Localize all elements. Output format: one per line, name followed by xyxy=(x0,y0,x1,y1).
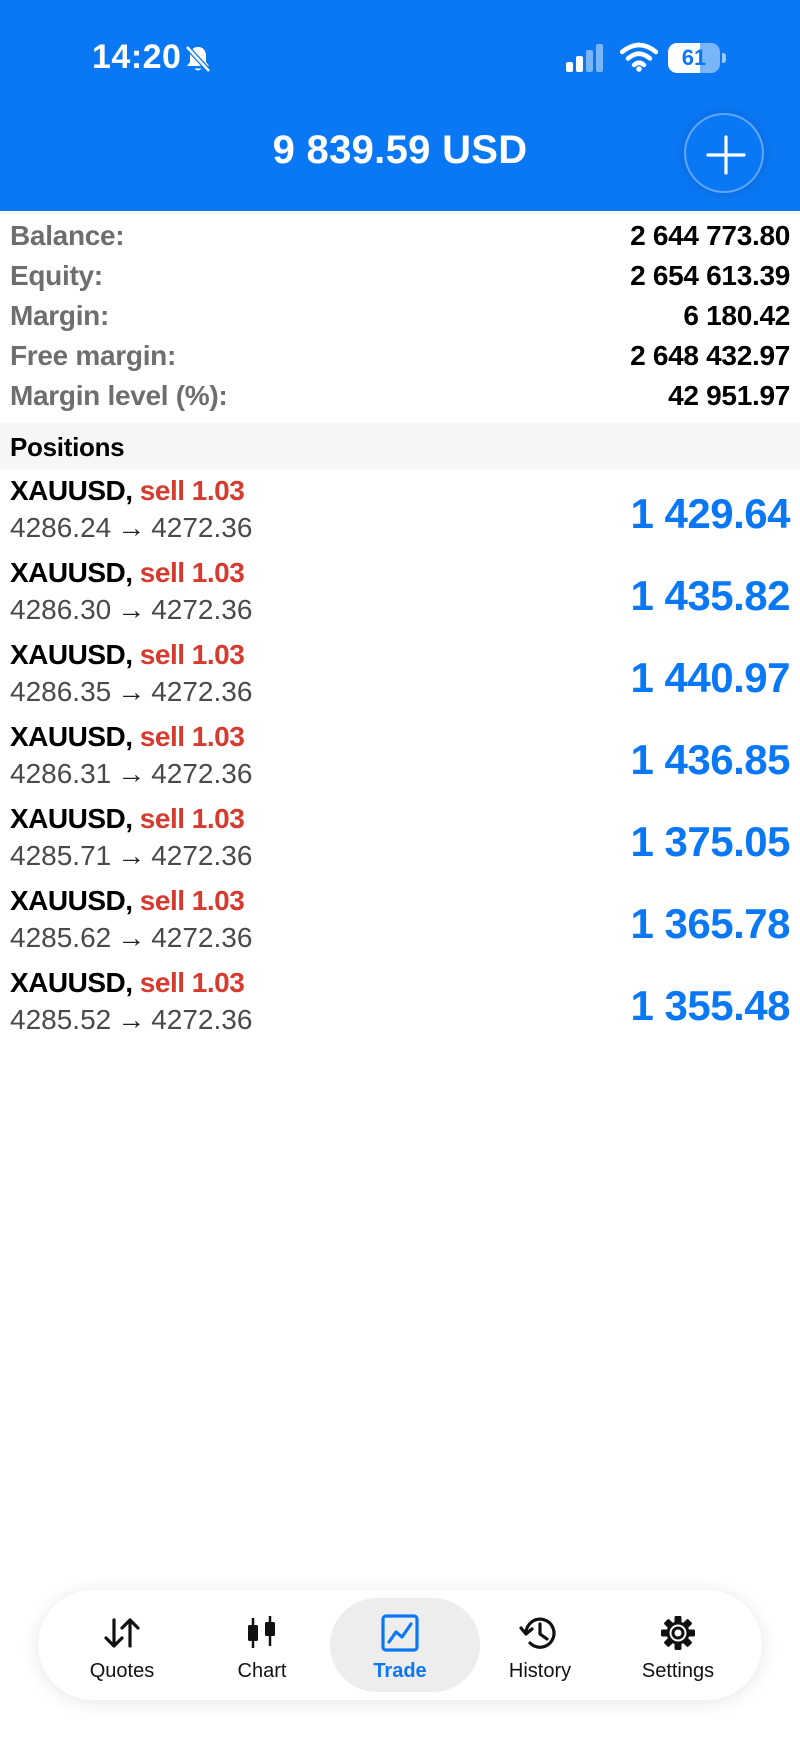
summary-row-free-margin: Free margin: 2 648 432.97 xyxy=(0,336,800,376)
tab-trade[interactable]: Trade xyxy=(326,1590,480,1700)
position-symbol: XAUUSD xyxy=(10,803,126,834)
tab-history[interactable]: History xyxy=(466,1590,614,1700)
position-row[interactable]: XAUUSD, sell 1.03 4286.24 → 4272.36 1 429.… xyxy=(0,472,800,554)
summary-label: Margin level (%): xyxy=(10,380,228,411)
position-profit: 1 355.48 xyxy=(630,982,791,1029)
summary-value: 42 951.97 xyxy=(668,380,790,411)
quotes-arrows-icon xyxy=(104,1618,140,1648)
position-row[interactable]: XAUUSD, sell 1.03 4286.31 → 4272.36 1 436.… xyxy=(0,718,800,800)
status-time: 14:20 xyxy=(92,38,182,76)
position-profit: 1 436.85 xyxy=(630,736,791,783)
position-type: sell 1.03 xyxy=(139,557,245,588)
position-current-price: 4272.36 xyxy=(151,594,253,625)
status-bar: 14:20 61 xyxy=(0,0,800,110)
top-bar: 14:20 61 9 839.59 USD xyxy=(0,0,800,211)
position-row[interactable]: XAUUSD, sell 1.03 4285.62 → 4272.36 1 365.… xyxy=(0,882,800,964)
position-open-price: 4285.52 xyxy=(10,1004,112,1035)
battery-level: 61 xyxy=(681,45,707,70)
position-open-price: 4286.30 xyxy=(10,594,112,625)
positions-list: XAUUSD, sell 1.03 4286.24 → 4272.36 1 429.… xyxy=(0,472,800,1046)
arrow-right-icon: → xyxy=(117,922,146,953)
plus-icon xyxy=(706,135,746,175)
account-summary: Balance: 2 644 773.80 Equity: 2 654 613.… xyxy=(0,216,800,416)
summary-value: 2 654 613.39 xyxy=(630,260,790,291)
position-type: sell 1.03 xyxy=(139,885,245,916)
positions-title: Positions xyxy=(10,432,125,462)
arrow-right-icon: → xyxy=(117,1004,146,1035)
wifi-icon xyxy=(619,42,659,72)
battery-icon: 61 xyxy=(668,43,726,73)
candlestick-chart-icon xyxy=(248,1616,275,1648)
summary-row-margin: Margin: 6 180.42 xyxy=(0,296,800,336)
position-type: sell 1.03 xyxy=(139,639,245,670)
position-open-price: 4286.35 xyxy=(10,676,112,707)
position-current-price: 4272.36 xyxy=(151,676,253,707)
arrow-right-icon: → xyxy=(117,840,146,871)
position-type: sell 1.03 xyxy=(139,475,245,506)
tab-quotes[interactable]: Quotes xyxy=(48,1590,196,1700)
summary-row-equity: Equity: 2 654 613.39 xyxy=(0,256,800,296)
position-current-price: 4272.36 xyxy=(151,922,253,953)
arrow-right-icon: → xyxy=(117,676,146,707)
summary-label: Equity: xyxy=(10,260,103,291)
summary-value: 2 644 773.80 xyxy=(630,220,790,251)
arrow-right-icon: → xyxy=(117,594,146,625)
position-symbol: XAUUSD xyxy=(10,557,126,588)
summary-label: Margin: xyxy=(10,300,110,331)
position-type: sell 1.03 xyxy=(139,967,245,998)
arrow-right-icon: → xyxy=(117,512,146,543)
position-row[interactable]: XAUUSD, sell 1.03 4285.71 → 4272.36 1 375.… xyxy=(0,800,800,882)
position-symbol: XAUUSD xyxy=(10,885,126,916)
trade-chart-icon xyxy=(381,1614,419,1652)
summary-row-balance: Balance: 2 644 773.80 xyxy=(0,216,800,256)
position-profit: 1 429.64 xyxy=(630,490,791,537)
arrow-right-icon: → xyxy=(117,758,146,789)
position-open-price: 4286.24 xyxy=(10,512,112,543)
bell-slash-icon xyxy=(184,44,212,74)
position-row[interactable]: XAUUSD, sell 1.03 4286.30 → 4272.36 1 435.… xyxy=(0,554,800,636)
history-clock-icon xyxy=(519,1617,556,1649)
summary-label: Free margin: xyxy=(10,340,176,371)
position-profit: 1 440.97 xyxy=(630,654,791,701)
position-current-price: 4272.36 xyxy=(151,512,253,543)
bottom-tab-bar: Quotes Chart Trade History Settings xyxy=(38,1590,762,1700)
position-symbol: XAUUSD xyxy=(10,967,126,998)
account-profit-title: 9 839.59 USD xyxy=(272,128,528,172)
position-open-price: 4286.31 xyxy=(10,758,112,789)
position-profit: 1 365.78 xyxy=(630,900,791,947)
position-row[interactable]: XAUUSD, sell 1.03 4286.35 → 4272.36 1 440.… xyxy=(0,636,800,718)
tab-label: Settings xyxy=(641,1660,715,1682)
positions-section-header: Positions xyxy=(0,423,800,469)
summary-value: 6 180.42 xyxy=(683,300,790,331)
position-current-price: 4272.36 xyxy=(151,840,253,871)
cellular-signal-icon xyxy=(566,44,606,72)
tab-label: Chart xyxy=(237,1660,287,1682)
position-row[interactable]: XAUUSD, sell 1.03 4285.52 → 4272.36 1 355.… xyxy=(0,964,800,1046)
position-current-price: 4272.36 xyxy=(151,758,253,789)
tab-settings[interactable]: Settings xyxy=(604,1590,752,1700)
position-profit: 1 435.82 xyxy=(630,572,791,619)
tab-label: Quotes xyxy=(89,1660,155,1682)
summary-row-margin-level: Margin level (%): 42 951.97 xyxy=(0,376,800,416)
add-order-button[interactable] xyxy=(684,113,764,193)
summary-value: 2 648 432.97 xyxy=(630,340,790,371)
position-profit: 1 375.05 xyxy=(630,818,791,865)
position-open-price: 4285.62 xyxy=(10,922,112,953)
tab-chart[interactable]: Chart xyxy=(188,1590,336,1700)
position-type: sell 1.03 xyxy=(139,721,245,752)
tab-label: Trade xyxy=(373,1660,427,1682)
position-type: sell 1.03 xyxy=(139,803,245,834)
position-open-price: 4285.71 xyxy=(10,840,112,871)
summary-label: Balance: xyxy=(10,220,125,251)
gear-icon xyxy=(661,1616,695,1650)
position-symbol: XAUUSD xyxy=(10,639,126,670)
position-current-price: 4272.36 xyxy=(151,1004,253,1035)
position-symbol: XAUUSD xyxy=(10,475,126,506)
position-symbol: XAUUSD xyxy=(10,721,126,752)
tab-label: History xyxy=(508,1660,572,1682)
